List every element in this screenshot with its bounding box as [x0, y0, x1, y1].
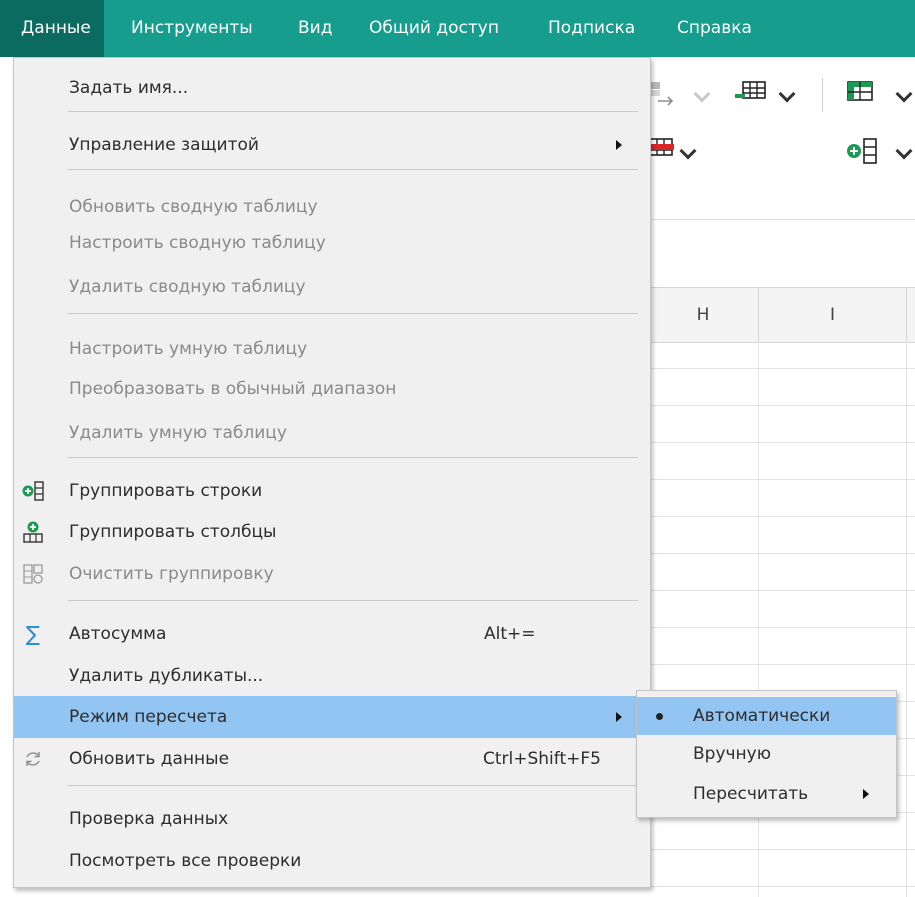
submenu-item-recalculate[interactable]: Пересчитать	[637, 775, 896, 813]
menu-item-label: Посмотреть все проверки	[69, 851, 302, 871]
menu-item-label: Удалить умную таблицу	[69, 423, 287, 443]
menu-view[interactable]: Вид	[298, 0, 332, 57]
menu-item-label: Группировать строки	[69, 481, 263, 501]
menu-item-refresh-data[interactable]: Обновить данные Ctrl+Shift+F5	[14, 738, 650, 780]
menu-item-view-all-validations[interactable]: Посмотреть все проверки	[14, 840, 650, 882]
menu-item-configure-pivot[interactable]: Настроить сводную таблицу	[14, 222, 650, 264]
move-cells-icon[interactable]	[650, 80, 678, 108]
chevron-down-icon[interactable]	[778, 85, 796, 103]
menu-separator	[68, 785, 638, 786]
menu-tools[interactable]: Инструменты	[131, 0, 253, 57]
menu-item-clear-grouping[interactable]: Очистить группировку	[14, 553, 650, 595]
menu-item-protection[interactable]: Управление защитой	[14, 124, 650, 166]
grid-line	[648, 368, 915, 369]
menu-item-label: Преобразовать в обычный диапазон	[69, 379, 397, 399]
menu-item-delete-smart-table[interactable]: Удалить умную таблицу	[14, 412, 650, 454]
menu-separator	[68, 111, 638, 112]
table-delete-icon[interactable]	[650, 137, 678, 163]
submenu-arrow-icon	[616, 712, 622, 722]
menu-separator	[68, 313, 638, 314]
column-header-next[interactable]	[907, 287, 915, 343]
menu-item-label: Группировать столбцы	[69, 522, 277, 542]
menu-separator	[68, 457, 638, 458]
grid-line	[648, 442, 915, 443]
column-header-h[interactable]: H	[648, 287, 759, 343]
submenu-item-label: Вручную	[693, 744, 772, 764]
menu-item-remove-duplicates[interactable]: Удалить дубликаты...	[14, 655, 650, 697]
submenu-item-manual[interactable]: Вручную	[637, 735, 896, 773]
grid-line	[648, 590, 915, 591]
group-rows-icon	[22, 481, 44, 501]
grid-line	[648, 627, 915, 628]
chevron-down-icon[interactable]	[895, 142, 913, 160]
grid-line	[648, 479, 915, 480]
submenu-item-label: Пересчитать	[693, 784, 809, 804]
menu-item-label: Очистить группировку	[69, 564, 274, 584]
menu-item-autosum[interactable]: ∑ Автосумма Alt+=	[14, 613, 650, 655]
menu-item-configure-smart-table[interactable]: Настроить умную таблицу	[14, 328, 650, 370]
menubar: Данные Инструменты Вид Общий доступ Подп…	[0, 0, 915, 57]
grid-line	[648, 516, 915, 517]
refresh-icon	[26, 752, 40, 766]
menu-item-convert-to-range[interactable]: Преобразовать в обычный диапазон	[14, 368, 650, 410]
menu-help[interactable]: Справка	[677, 0, 752, 57]
submenu-item-label: Автоматически	[693, 706, 831, 726]
menu-item-label: Обновить данные	[69, 749, 230, 769]
menu-separator	[68, 600, 638, 601]
shortcut-text: Alt+=	[484, 624, 536, 644]
submenu-arrow-icon	[863, 789, 869, 799]
shortcut-text: Ctrl+Shift+F5	[483, 749, 601, 769]
data-menu: Задать имя... Управление защитой Обновит…	[13, 57, 651, 888]
selected-bullet-icon	[656, 713, 663, 720]
menu-item-label: Режим пересчета	[69, 707, 228, 727]
chevron-down-icon[interactable]	[895, 85, 913, 103]
menu-item-delete-pivot[interactable]: Удалить сводную таблицу	[14, 266, 650, 308]
grid-line	[648, 886, 915, 887]
menu-data[interactable]: Данные	[0, 0, 104, 57]
menu-item-label: Удалить дубликаты...	[69, 666, 264, 686]
table-insert-icon[interactable]	[735, 80, 767, 104]
grid-line	[648, 664, 915, 665]
submenu-arrow-icon	[616, 140, 622, 150]
ribbon-divider	[648, 219, 915, 220]
submenu-item-automatic[interactable]: Автоматически	[637, 697, 896, 735]
menu-item-label: Удалить сводную таблицу	[69, 277, 306, 297]
sigma-icon: ∑	[25, 622, 41, 646]
menu-item-data-validation[interactable]: Проверка данных	[14, 798, 650, 840]
toolbar-separator	[822, 78, 823, 112]
column-header-i[interactable]: I	[759, 287, 907, 343]
smart-table-icon[interactable]	[846, 80, 876, 104]
grid-line	[648, 849, 915, 850]
grid-line	[648, 553, 915, 554]
menu-item-label: Настроить сводную таблицу	[69, 233, 326, 253]
group-columns-icon	[23, 521, 43, 543]
clear-grouping-icon	[23, 564, 43, 584]
group-rows-icon[interactable]	[846, 137, 880, 165]
menu-item-label: Задать имя...	[69, 78, 189, 98]
menu-item-label: Настроить умную таблицу	[69, 339, 308, 359]
chevron-down-icon[interactable]	[679, 142, 697, 160]
recalc-mode-submenu: Автоматически Вручную Пересчитать	[636, 690, 897, 818]
menu-item-define-name[interactable]: Задать имя...	[14, 67, 650, 109]
menu-subscription[interactable]: Подписка	[548, 0, 635, 57]
menu-item-recalc-mode[interactable]: Режим пересчета	[14, 696, 650, 738]
menu-item-group-columns[interactable]: Группировать столбцы	[14, 511, 650, 553]
menu-item-label: Управление защитой	[69, 135, 259, 155]
menu-sharing[interactable]: Общий доступ	[369, 0, 499, 57]
chevron-down-icon[interactable]	[693, 85, 711, 103]
menu-item-label: Проверка данных	[69, 809, 229, 829]
menu-separator	[68, 169, 638, 170]
grid-line	[648, 405, 915, 406]
menu-item-group-rows[interactable]: Группировать строки	[14, 470, 650, 512]
menu-item-label: Автосумма	[69, 624, 167, 644]
grid-line	[906, 341, 907, 897]
